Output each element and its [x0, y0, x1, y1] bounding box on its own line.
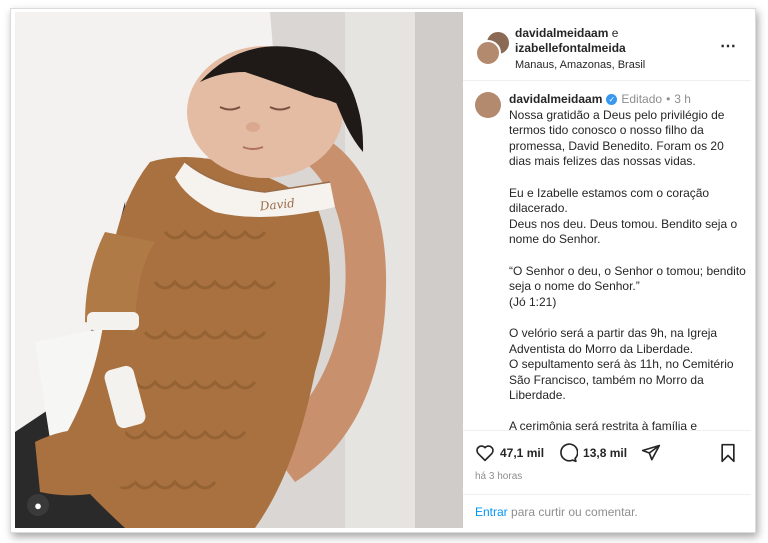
- post-authors: davidalmeidaam e izabellefontalmeida Man…: [515, 26, 645, 73]
- comment-icon: [560, 443, 579, 463]
- coauthor-username[interactable]: izabellefontalmeida: [515, 41, 626, 55]
- verified-badge-icon: ✓: [606, 94, 618, 106]
- tagged-user-icon[interactable]: ●: [27, 494, 49, 516]
- save-button[interactable]: [719, 443, 737, 468]
- post-location[interactable]: Manaus, Amazonas, Brasil: [515, 58, 645, 73]
- caption-paragraph: O velório será a partir das 9h, na Igrej…: [509, 325, 734, 403]
- share-icon: [641, 444, 661, 461]
- heart-icon: [476, 445, 494, 462]
- comment-count: 13,8 mil: [583, 446, 628, 460]
- caption-text: davidalmeidaam ✓ Editado • 3 h Nossa gra…: [509, 92, 747, 432]
- bookmark-icon: [721, 443, 735, 463]
- post-panel: davidalmeidaam e izabellefontalmeida Man…: [463, 12, 751, 528]
- post-actions: 47,1 mil 13,8 mil há 3 horas: [463, 430, 751, 487]
- post-caption: davidalmeidaam ✓ Editado • 3 h Nossa gra…: [475, 92, 747, 432]
- share-button[interactable]: [641, 443, 666, 463]
- more-options-button[interactable]: ⋯: [720, 36, 737, 56]
- avatar[interactable]: [475, 92, 501, 118]
- like-button[interactable]: 47,1 mil: [475, 444, 544, 462]
- caption-paragraph: Nossa gratidão a Deus pelo privilégio de…: [509, 107, 725, 169]
- caption-username[interactable]: davidalmeidaam: [509, 92, 602, 108]
- author-conjunction: e: [611, 26, 619, 40]
- caption-paragraph: Eu e Izabelle estamos com o coração dila…: [509, 185, 738, 247]
- edited-label: Editado: [621, 92, 663, 106]
- login-prompt: Entrar para curtir ou comentar.: [463, 494, 751, 529]
- caption-paragraph: “O Senhor o deu, o Senhor o tomou; bendi…: [509, 263, 746, 309]
- post-header: davidalmeidaam e izabellefontalmeida Man…: [463, 12, 751, 81]
- caption-time[interactable]: 3 h: [674, 92, 691, 108]
- avatar: [475, 40, 501, 66]
- login-prompt-text: para curtir ou comentar.: [507, 505, 638, 519]
- post-time-ago[interactable]: há 3 horas: [475, 471, 522, 482]
- collab-avatars[interactable]: [475, 30, 511, 66]
- author-username[interactable]: davidalmeidaam: [515, 26, 608, 40]
- separator-dot: •: [666, 92, 671, 106]
- login-link[interactable]: Entrar: [475, 505, 508, 519]
- baby-photo-illustration: David: [15, 12, 463, 528]
- post-photo[interactable]: David ●: [15, 12, 463, 528]
- like-count: 47,1 mil: [500, 446, 545, 460]
- comment-button[interactable]: 13,8 mil: [558, 443, 627, 463]
